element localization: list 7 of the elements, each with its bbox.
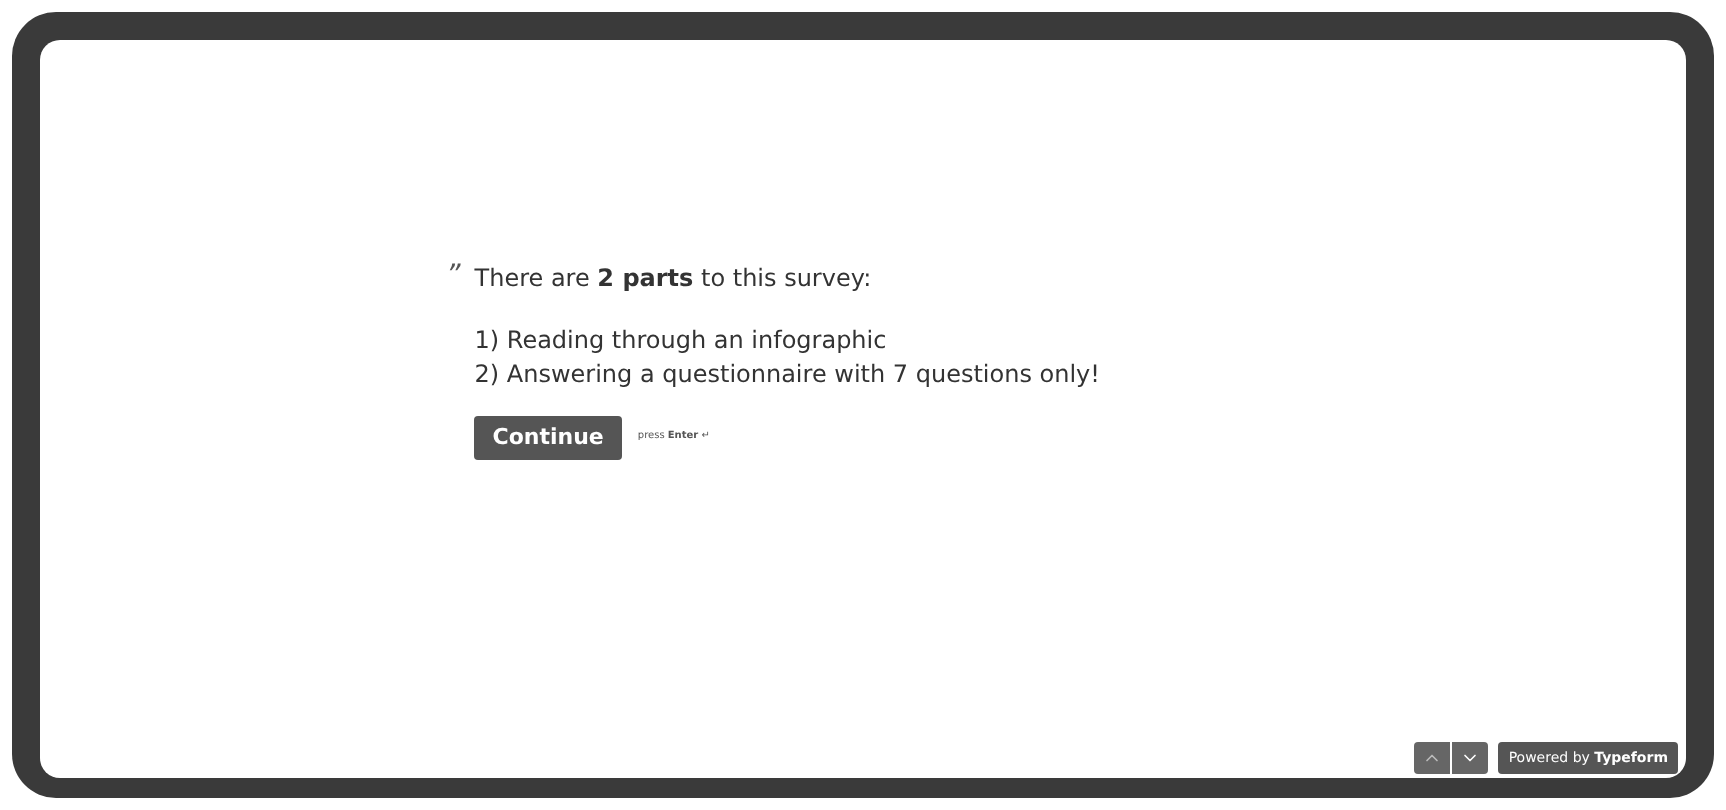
intro-text: There are 2 parts to this survey: <box>474 262 874 296</box>
previous-button[interactable] <box>1414 742 1451 774</box>
quote-mark: ” <box>446 260 461 296</box>
list-line: 2) Answering a questionnaire with 7 questions only! <box>474 358 1100 392</box>
next-button[interactable] <box>1452 742 1489 774</box>
continue-button[interactable]: Continue <box>474 416 622 460</box>
list-line: 1) Reading through an infographic <box>474 324 889 358</box>
